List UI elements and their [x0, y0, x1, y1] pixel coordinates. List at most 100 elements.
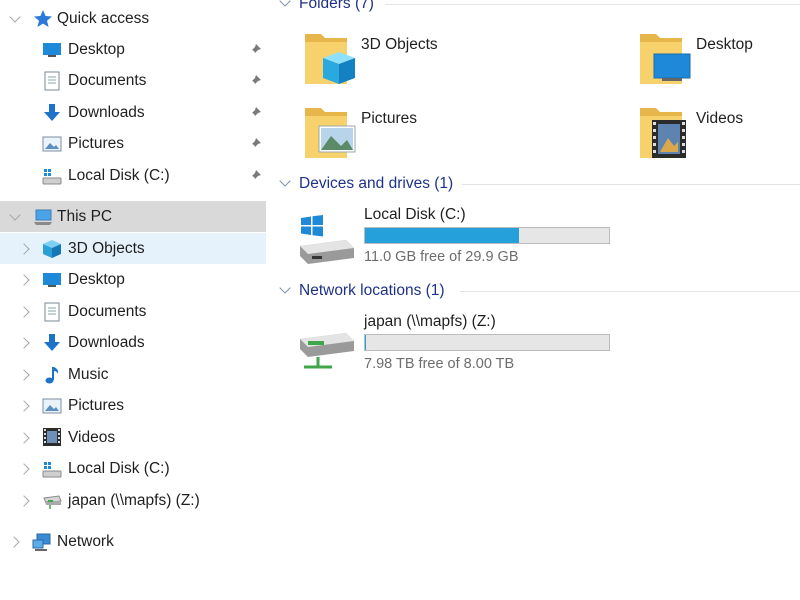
- nav-label: Music: [68, 365, 109, 383]
- local-disk-icon: [42, 462, 62, 478]
- pin-icon[interactable]: [248, 106, 262, 120]
- nav-label: Quick access: [57, 9, 150, 27]
- chevron-right-icon[interactable]: [18, 369, 30, 381]
- drive-name: japan (\\mapfs) (Z:): [364, 313, 496, 330]
- drive-tile-local-disk[interactable]: Local Disk (C:) 11.0 GB free of 29.9 GB: [298, 206, 638, 272]
- section-title: Devices and drives (1): [299, 175, 454, 192]
- music-icon: [45, 367, 59, 384]
- nav-pc-documents[interactable]: Documents: [0, 296, 266, 327]
- nav-label: Videos: [68, 428, 116, 446]
- nav-label: Downloads: [68, 333, 145, 351]
- nav-quick-desktop[interactable]: Desktop: [0, 34, 266, 65]
- nav-label: Documents: [68, 71, 147, 89]
- nav-quick-downloads[interactable]: Downloads: [0, 97, 266, 128]
- nav-label: This PC: [57, 207, 113, 225]
- folder-tile-desktop[interactable]: Desktop: [638, 28, 800, 94]
- nav-label: Desktop: [68, 270, 125, 288]
- navigation-pane: Quick access Desktop Documents Downloads…: [0, 0, 266, 600]
- nav-label: Desktop: [68, 40, 125, 58]
- nav-pc-music[interactable]: Music: [0, 359, 266, 390]
- desktop-icon: [43, 43, 61, 57]
- local-disk-icon: [42, 169, 62, 185]
- nav-network[interactable]: Network: [0, 526, 266, 557]
- pin-icon[interactable]: [248, 74, 262, 88]
- chevron-down-icon[interactable]: [279, 282, 291, 294]
- chevron-down-icon[interactable]: [9, 11, 21, 23]
- nav-label: 3D Objects: [68, 239, 145, 257]
- pictures-folder-icon: [305, 108, 356, 158]
- nav-label: Pictures: [68, 134, 124, 152]
- network-icon: [32, 533, 51, 551]
- chevron-right-icon[interactable]: [18, 274, 30, 286]
- nav-quick-pictures[interactable]: Pictures: [0, 128, 266, 159]
- nav-pc-pictures[interactable]: Pictures: [0, 390, 266, 421]
- nav-pc-network-drive[interactable]: japan (\\mapfs) (Z:): [0, 485, 266, 516]
- nav-pc-downloads[interactable]: Downloads: [0, 327, 266, 358]
- folder-name: Desktop: [696, 36, 753, 53]
- chevron-down-icon[interactable]: [279, 175, 291, 187]
- chevron-right-icon[interactable]: [18, 432, 30, 444]
- pin-icon[interactable]: [248, 43, 262, 57]
- nav-pc-desktop[interactable]: Desktop: [0, 264, 266, 295]
- drive-tile-network-drive[interactable]: japan (\\mapfs) (Z:) 7.98 TB free of 8.0…: [298, 313, 638, 379]
- nav-pc-videos[interactable]: Videos: [0, 422, 266, 453]
- pictures-icon: [42, 398, 62, 414]
- nav-label: Documents: [68, 302, 147, 320]
- nav-pc-local-disk[interactable]: Local Disk (C:): [0, 453, 266, 484]
- nav-label: Network: [57, 532, 114, 550]
- documents-icon: [44, 302, 60, 322]
- 3d-objects-folder-icon: [305, 34, 355, 84]
- computer-icon: [34, 209, 52, 225]
- drive-free-space: 7.98 TB free of 8.00 TB: [364, 356, 515, 372]
- drive-usage-bar: [364, 227, 610, 244]
- chevron-right-icon[interactable]: [18, 463, 30, 475]
- folder-name: Videos: [696, 110, 744, 127]
- network-drive-icon: [43, 495, 62, 509]
- section-title: Folders (7): [299, 0, 374, 12]
- desktop-folder-icon: [640, 34, 691, 84]
- nav-label: Local Disk (C:): [68, 166, 170, 184]
- downloads-icon: [44, 334, 60, 351]
- nav-this-pc[interactable]: This PC: [0, 201, 266, 232]
- desktop-icon: [43, 273, 61, 287]
- divider: [385, 4, 800, 5]
- pin-icon[interactable]: [248, 137, 262, 151]
- chevron-right-icon[interactable]: [18, 495, 30, 507]
- nav-label: Pictures: [68, 396, 124, 414]
- folder-name: 3D Objects: [361, 36, 438, 53]
- pin-icon[interactable]: [248, 169, 262, 183]
- drive-usage-fill: [365, 228, 520, 243]
- chevron-right-icon[interactable]: [8, 536, 20, 548]
- nav-quick-documents[interactable]: Documents: [0, 65, 266, 96]
- chevron-down-icon[interactable]: [279, 0, 291, 7]
- folder-tile-pictures[interactable]: Pictures: [303, 102, 563, 168]
- nav-label: Downloads: [68, 103, 145, 121]
- nav-quick-access[interactable]: Quick access: [0, 3, 266, 34]
- folder-tile-3d-objects[interactable]: 3D Objects: [303, 28, 563, 94]
- drive-name: Local Disk (C:): [364, 206, 466, 223]
- chevron-right-icon[interactable]: [18, 337, 30, 349]
- documents-icon: [44, 71, 60, 91]
- nav-pc-3d-objects[interactable]: 3D Objects: [0, 233, 266, 264]
- divider: [460, 291, 800, 292]
- divider: [462, 184, 800, 185]
- folder-tile-videos[interactable]: Videos: [638, 102, 800, 168]
- star-icon: [34, 10, 52, 27]
- videos-icon: [43, 428, 61, 446]
- nav-label: japan (\\mapfs) (Z:): [68, 491, 200, 509]
- drive-free-space: 11.0 GB free of 29.9 GB: [364, 249, 519, 265]
- downloads-icon: [44, 104, 60, 121]
- drive-usage-bar: [364, 334, 610, 351]
- pictures-icon: [42, 136, 62, 152]
- nav-label: Local Disk (C:): [68, 459, 170, 477]
- chevron-down-icon[interactable]: [9, 209, 21, 221]
- videos-folder-icon: [640, 108, 686, 158]
- section-title: Network locations (1): [299, 282, 445, 299]
- chevron-right-icon[interactable]: [18, 400, 30, 412]
- chevron-right-icon[interactable]: [18, 243, 30, 255]
- 3d-objects-icon: [43, 240, 61, 258]
- nav-quick-local-disk[interactable]: Local Disk (C:): [0, 160, 266, 191]
- network-drive-icon: [300, 333, 354, 369]
- chevron-right-icon[interactable]: [18, 306, 30, 318]
- folder-name: Pictures: [361, 110, 417, 127]
